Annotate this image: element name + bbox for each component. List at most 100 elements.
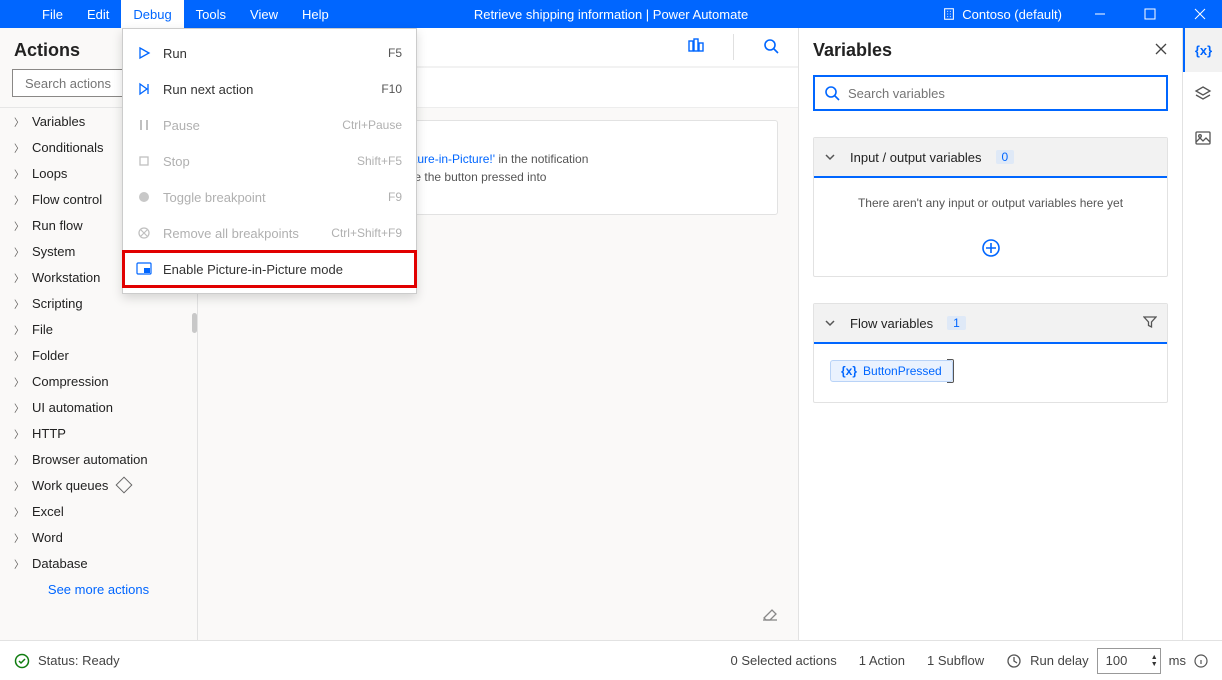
- chevron-down-icon: [824, 317, 836, 329]
- tree-label: HTTP: [32, 426, 66, 441]
- window-title: Retrieve shipping information | Power Au…: [474, 7, 748, 22]
- flow-variables-header[interactable]: Flow variables 1: [814, 304, 1167, 344]
- debug-toggle-breakpoint: Toggle breakpoint F9: [123, 179, 416, 215]
- run-delay-control: Run delay 100 ▲▼ ms: [1006, 648, 1208, 674]
- title-bar: File Edit Debug Tools View Help Retrieve…: [0, 0, 1222, 28]
- debug-remove-breakpoints: Remove all breakpoints Ctrl+Shift+F9: [123, 215, 416, 251]
- pause-icon: [135, 118, 153, 132]
- menu-debug[interactable]: Debug: [121, 0, 183, 28]
- see-more-actions[interactable]: See more actions: [0, 576, 197, 603]
- right-rail: {x}: [1182, 28, 1222, 640]
- scrollbar-thumb[interactable]: [192, 313, 197, 333]
- building-icon: [942, 7, 956, 21]
- debug-run[interactable]: Run F5: [123, 35, 416, 71]
- spin-down[interactable]: ▼: [1151, 661, 1158, 668]
- run-delay-value: 100: [1106, 653, 1128, 668]
- status-ok-icon: [14, 653, 30, 669]
- action-count: 1 Action: [859, 653, 905, 668]
- clear-breakpoints-icon: [135, 226, 153, 240]
- menuitem-label: Toggle breakpoint: [163, 190, 378, 205]
- run-delay-input[interactable]: 100 ▲▼: [1097, 648, 1161, 674]
- tree-item-work-queues[interactable]: 〉Work queues: [0, 472, 197, 498]
- window-close[interactable]: [1178, 0, 1222, 28]
- tree-label: UI automation: [32, 400, 113, 415]
- tree-label: Database: [32, 556, 88, 571]
- io-variables-body: There aren't any input or output variabl…: [814, 178, 1167, 228]
- spin-up[interactable]: ▲: [1151, 654, 1158, 661]
- window-maximize[interactable]: [1128, 0, 1172, 28]
- clock-icon: [1006, 653, 1022, 669]
- step-icon: [135, 82, 153, 96]
- variables-search-input[interactable]: [848, 86, 1157, 101]
- chevron-down-icon: [824, 151, 836, 163]
- section-count: 1: [947, 316, 966, 330]
- menu-bar: File Edit Debug Tools View Help: [0, 0, 341, 28]
- tree-label: Work queues: [32, 478, 108, 493]
- flow-variable-chip[interactable]: {x} ButtonPressed: [830, 360, 953, 382]
- org-switcher[interactable]: Contoso (default): [932, 7, 1072, 22]
- tree-item-browser-automation[interactable]: 〉Browser automation: [0, 446, 197, 472]
- io-variables-header[interactable]: Input / output variables 0: [814, 138, 1167, 178]
- menu-file[interactable]: File: [30, 0, 75, 28]
- breakpoint-icon: [135, 190, 153, 204]
- run-delay-label: Run delay: [1030, 653, 1089, 668]
- tree-label: Excel: [32, 504, 64, 519]
- io-variables-section: Input / output variables 0 There aren't …: [813, 137, 1168, 277]
- menuitem-label: Run next action: [163, 82, 371, 97]
- plus-circle-icon: [981, 238, 1001, 258]
- debug-pause: Pause Ctrl+Pause: [123, 107, 416, 143]
- window-minimize[interactable]: [1078, 0, 1122, 28]
- tree-label: Variables: [32, 114, 85, 129]
- status-bar: Status: Ready 0 Selected actions 1 Actio…: [0, 640, 1222, 680]
- variable-brace-icon: {x}: [841, 364, 857, 378]
- rail-ui-elements[interactable]: [1183, 72, 1222, 116]
- menuitem-label: Pause: [163, 118, 332, 133]
- tree-item-compression[interactable]: 〉Compression: [0, 368, 197, 394]
- info-icon[interactable]: [1194, 654, 1208, 668]
- search-flow-icon[interactable]: [762, 37, 780, 58]
- section-count: 0: [996, 150, 1015, 164]
- recorder-icon[interactable]: [687, 37, 705, 58]
- tree-item-word[interactable]: 〉Word: [0, 524, 197, 550]
- menuitem-shortcut: Shift+F5: [357, 154, 402, 168]
- tree-item-file[interactable]: 〉File: [0, 316, 197, 342]
- tree-item-folder[interactable]: 〉Folder: [0, 342, 197, 368]
- menu-help[interactable]: Help: [290, 0, 341, 28]
- status-text: Status: Ready: [38, 653, 120, 668]
- tree-item-http[interactable]: 〉HTTP: [0, 420, 197, 446]
- close-variables-panel[interactable]: [1154, 42, 1168, 59]
- tree-label: Word: [32, 530, 63, 545]
- play-icon: [135, 46, 153, 60]
- eraser-icon[interactable]: [760, 603, 780, 626]
- menu-tools[interactable]: Tools: [184, 0, 238, 28]
- rail-images[interactable]: [1183, 116, 1222, 160]
- flow-variables-section: Flow variables 1 {x} ButtonPressed: [813, 303, 1168, 403]
- tree-item-excel[interactable]: 〉Excel: [0, 498, 197, 524]
- run-delay-unit: ms: [1169, 653, 1186, 668]
- variable-icon: {x}: [1195, 43, 1212, 58]
- menu-edit[interactable]: Edit: [75, 0, 121, 28]
- selected-count: 0 Selected actions: [731, 653, 837, 668]
- search-icon: [824, 85, 840, 101]
- org-name: Contoso (default): [962, 7, 1062, 22]
- add-io-variable[interactable]: [814, 228, 1167, 276]
- debug-enable-pip[interactable]: Enable Picture-in-Picture mode: [123, 251, 416, 287]
- menuitem-shortcut: Ctrl+Pause: [342, 118, 402, 132]
- tree-label: Browser automation: [32, 452, 148, 467]
- tree-label: Flow control: [32, 192, 102, 207]
- separator: [733, 34, 734, 60]
- rail-variables[interactable]: {x}: [1183, 28, 1222, 72]
- tree-item-database[interactable]: 〉Database: [0, 550, 197, 576]
- debug-run-next[interactable]: Run next action F10: [123, 71, 416, 107]
- subflow-count: 1 Subflow: [927, 653, 984, 668]
- tree-item-ui-automation[interactable]: 〉UI automation: [0, 394, 197, 420]
- menuitem-shortcut: F9: [388, 190, 402, 204]
- variables-title: Variables: [813, 40, 1154, 61]
- menuitem-label: Run: [163, 46, 378, 61]
- section-title: Flow variables: [850, 316, 933, 331]
- menu-view[interactable]: View: [238, 0, 290, 28]
- tree-label: Compression: [32, 374, 109, 389]
- filter-icon[interactable]: [1143, 315, 1157, 332]
- premium-diamond-icon: [116, 477, 133, 494]
- variables-search[interactable]: [813, 75, 1168, 111]
